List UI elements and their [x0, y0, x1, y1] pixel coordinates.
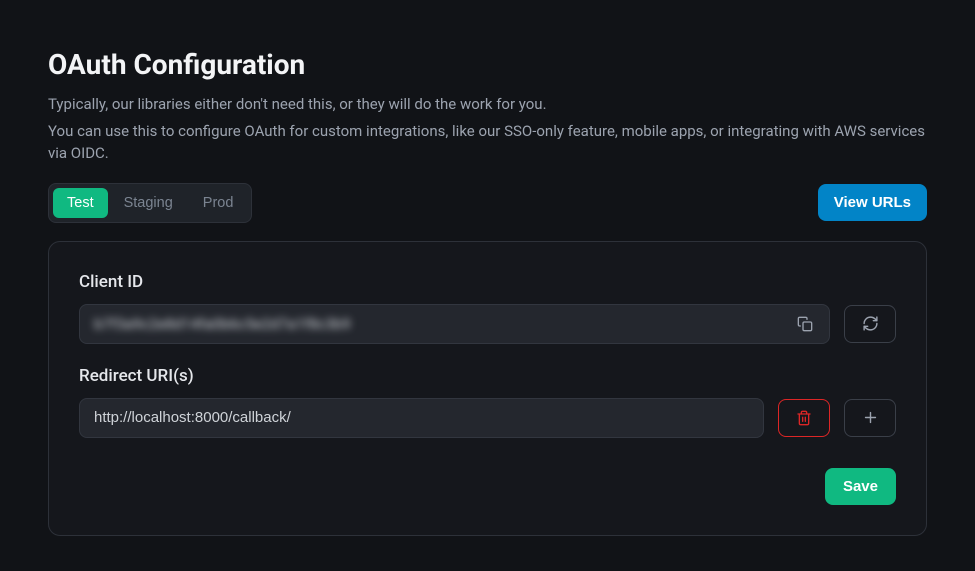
client-id-label: Client ID: [79, 272, 896, 292]
page-title: OAuth Configuration: [48, 48, 927, 81]
client-id-row: b7f3a9c2e8d14fa0b6c5e2d7a1f8c3b9: [79, 304, 896, 344]
refresh-icon: [862, 315, 879, 332]
environment-tab-group: Test Staging Prod: [48, 183, 252, 223]
client-id-value: b7f3a9c2e8d14fa0b6c5e2d7a1f8c3b9: [94, 315, 351, 333]
add-redirect-uri-button[interactable]: [844, 399, 896, 437]
tab-prod[interactable]: Prod: [189, 188, 248, 218]
plus-icon: [862, 409, 879, 426]
tab-test[interactable]: Test: [53, 188, 108, 218]
regenerate-client-id-button[interactable]: [844, 305, 896, 343]
tab-staging[interactable]: Staging: [110, 188, 187, 218]
redirect-uris-label: Redirect URI(s): [79, 366, 896, 386]
delete-redirect-uri-button[interactable]: [778, 399, 830, 437]
copy-icon: [797, 316, 813, 332]
save-row: Save: [79, 468, 896, 505]
copy-client-id-button[interactable]: [795, 314, 815, 334]
redirect-uri-row: [79, 398, 896, 438]
page-description-line1: Typically, our libraries either don't ne…: [48, 93, 927, 116]
save-button[interactable]: Save: [825, 468, 896, 505]
trash-icon: [796, 410, 812, 426]
toolbar-row: Test Staging Prod View URLs: [48, 183, 927, 223]
page-description-line2: You can use this to configure OAuth for …: [48, 120, 927, 165]
config-card: Client ID b7f3a9c2e8d14fa0b6c5e2d7a1f8c3…: [48, 241, 927, 536]
view-urls-button[interactable]: View URLs: [818, 184, 927, 221]
redirect-uri-input[interactable]: [79, 398, 764, 438]
client-id-display: b7f3a9c2e8d14fa0b6c5e2d7a1f8c3b9: [79, 304, 830, 344]
